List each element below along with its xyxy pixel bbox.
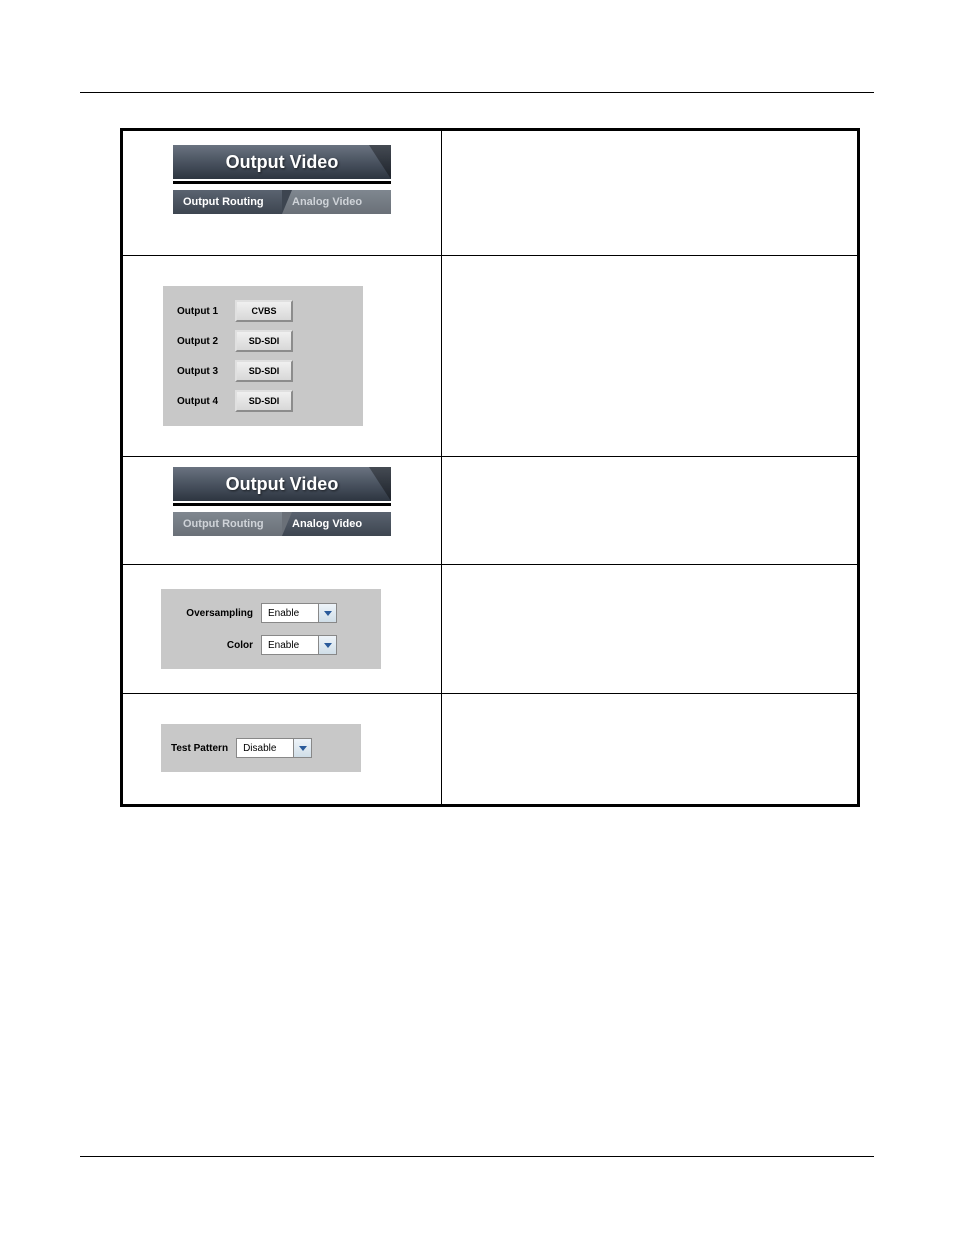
tab-output-routing-1[interactable]: Output Routing	[173, 190, 282, 214]
output-3-button[interactable]: SD-SDI	[235, 360, 293, 382]
output-2-button[interactable]: SD-SDI	[235, 330, 293, 352]
output-routing-panel: Output 1 CVBS Output 2 SD-SDI Output 3 S…	[163, 286, 363, 426]
top-rule	[80, 92, 874, 93]
output-row-4: Output 4 SD-SDI	[177, 390, 349, 412]
tabbar-2: Output Routing Analog Video	[173, 512, 391, 536]
chevron-down-icon	[324, 611, 332, 616]
output-2-label: Output 2	[177, 336, 235, 347]
tab-label: Output Routing	[183, 196, 264, 208]
output-4-label: Output 4	[177, 396, 235, 407]
desc-cell-4	[442, 565, 859, 694]
banner-underline-1	[173, 181, 391, 184]
color-row: Color Enable	[171, 635, 371, 655]
color-dropdown[interactable]: Enable	[261, 635, 337, 655]
output-4-button[interactable]: SD-SDI	[235, 390, 293, 412]
banner-title-2: Output Video	[226, 474, 339, 495]
tab-label: Analog Video	[292, 196, 362, 208]
tabbar-1: Output Routing Analog Video	[173, 190, 391, 214]
test-pattern-panel: Test Pattern Disable	[161, 724, 361, 772]
tab-label: Output Routing	[183, 518, 264, 530]
banner-wrap-2: Output Video Output Routing Analog Video	[123, 457, 441, 536]
output-row-3: Output 3 SD-SDI	[177, 360, 349, 382]
banner-wrap-1: Output Video Output Routing Analog Video	[123, 131, 441, 214]
oversampling-dropdown[interactable]: Enable	[261, 603, 337, 623]
desc-cell-1	[442, 130, 859, 256]
bottom-rule	[80, 1156, 874, 1157]
test-pattern-dropdown[interactable]: Disable	[236, 738, 312, 758]
output-row-2: Output 2 SD-SDI	[177, 330, 349, 352]
output-3-label: Output 3	[177, 366, 235, 377]
oversampling-dropdown-button[interactable]	[319, 603, 337, 623]
output-2-value: SD-SDI	[249, 336, 280, 346]
color-value: Enable	[261, 635, 319, 655]
desc-cell-5	[442, 694, 859, 806]
test-pattern-label: Test Pattern	[171, 743, 228, 754]
desc-cell-3	[442, 457, 859, 565]
oversampling-value: Enable	[261, 603, 319, 623]
output-1-value: CVBS	[251, 306, 276, 316]
oversampling-label: Oversampling	[171, 608, 261, 619]
output-row-1: Output 1 CVBS	[177, 300, 349, 322]
banner-title-1: Output Video	[226, 152, 339, 173]
banner-underline-2	[173, 503, 391, 506]
output-video-banner-2: Output Video	[173, 467, 391, 501]
chevron-down-icon	[324, 643, 332, 648]
test-pattern-dropdown-button[interactable]	[294, 738, 312, 758]
tab-analog-video-1[interactable]: Analog Video	[282, 190, 391, 214]
test-pattern-value: Disable	[236, 738, 294, 758]
analog-video-panel: Oversampling Enable Color Enable	[161, 589, 381, 669]
chevron-down-icon	[299, 746, 307, 751]
color-dropdown-button[interactable]	[319, 635, 337, 655]
output-3-value: SD-SDI	[249, 366, 280, 376]
oversampling-row: Oversampling Enable	[171, 603, 371, 623]
color-label: Color	[171, 640, 261, 651]
output-video-banner-1: Output Video	[173, 145, 391, 179]
tab-output-routing-2[interactable]: Output Routing	[173, 512, 282, 536]
tab-analog-video-2[interactable]: Analog Video	[282, 512, 391, 536]
settings-table: Output Video Output Routing Analog Video	[120, 128, 860, 807]
output-1-label: Output 1	[177, 306, 235, 317]
desc-cell-2	[442, 256, 859, 457]
output-1-button[interactable]: CVBS	[235, 300, 293, 322]
output-4-value: SD-SDI	[249, 396, 280, 406]
tab-label: Analog Video	[292, 518, 362, 530]
